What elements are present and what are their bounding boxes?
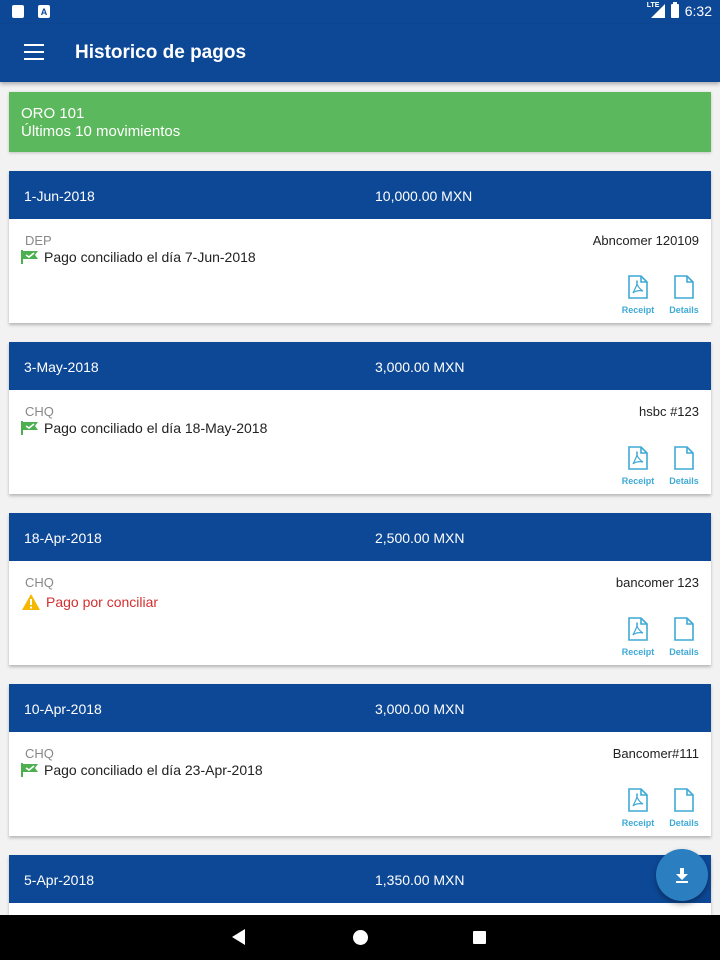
receipt-button[interactable]: Receipt — [618, 617, 658, 657]
payment-amount: 1,350.00 MXN — [375, 872, 465, 888]
receipt-button[interactable]: Receipt — [618, 446, 658, 486]
details-button[interactable]: Details — [664, 275, 704, 315]
details-label: Details — [669, 818, 699, 828]
payment-amount: 3,000.00 MXN — [375, 359, 465, 375]
payment-card-body: CHQ Bancomer#111 Pago conciliado el día … — [9, 732, 711, 836]
flag-icon — [21, 421, 38, 435]
home-icon[interactable] — [353, 930, 368, 945]
payment-date: 3-May-2018 — [24, 359, 99, 375]
payment-status-text: Pago por conciliar — [46, 594, 159, 610]
payment-card-body: DEP Abncomer 120109 Pago conciliado el d… — [9, 219, 711, 323]
payment-date: 10-Apr-2018 — [24, 701, 102, 717]
page-title: Historico de pagos — [75, 42, 247, 63]
details-label: Details — [669, 647, 699, 657]
account-subtitle: Últimos 10 movimientos — [21, 123, 181, 140]
pdf-icon — [628, 446, 648, 470]
payment-card-body: CHQ bancomer 123 Pago por conciliar Rece… — [9, 561, 711, 665]
payment-status: Pago conciliado el día 23-Apr-2018 — [21, 762, 263, 778]
download-icon — [676, 868, 688, 883]
payment-date: 1-Jun-2018 — [24, 188, 95, 204]
payment-card-header: 1-Jun-2018 10,000.00 MXN — [9, 171, 711, 219]
document-icon — [674, 446, 694, 470]
payment-type: DEP — [25, 233, 52, 248]
payment-card-header: 10-Apr-2018 3,000.00 MXN — [9, 684, 711, 732]
pdf-icon — [628, 788, 648, 812]
payment-type: CHQ — [25, 575, 54, 590]
details-label: Details — [669, 305, 699, 315]
payment-card: 3-May-2018 3,000.00 MXN CHQ hsbc #123 Pa… — [9, 342, 711, 494]
payment-card-body: CHQ hsbc #123 Pago conciliado el día 18-… — [9, 390, 711, 494]
details-button[interactable]: Details — [664, 788, 704, 828]
payment-card: 1-Jun-2018 10,000.00 MXN DEP Abncomer 12… — [9, 171, 711, 323]
pdf-icon — [628, 617, 648, 641]
document-icon — [674, 275, 694, 299]
signal-icon: LTE — [647, 2, 665, 18]
clock: 6:32 — [684, 3, 712, 19]
payment-status: Pago por conciliar — [21, 593, 158, 611]
payment-bank: hsbc #123 — [639, 404, 699, 419]
payment-card: 18-Apr-2018 2,500.00 MXN CHQ bancomer 12… — [9, 513, 711, 665]
sd-card-icon — [12, 5, 24, 18]
payment-date: 5-Apr-2018 — [24, 872, 95, 888]
payment-amount: 2,500.00 MXN — [375, 530, 465, 546]
status-bar: A LTE 6:32 — [0, 0, 720, 24]
flag-icon — [21, 763, 38, 777]
app-bar: Historico de pagos — [0, 24, 720, 82]
payment-bank: Abncomer 120109 — [592, 233, 699, 248]
document-icon — [674, 788, 694, 812]
receipt-button[interactable]: Receipt — [618, 788, 658, 828]
payment-bank: bancomer 123 — [615, 575, 699, 590]
flag-icon — [21, 250, 38, 264]
details-button[interactable]: Details — [664, 617, 704, 657]
payment-status: Pago conciliado el día 7-Jun-2018 — [21, 249, 256, 265]
payment-date: 18-Apr-2018 — [24, 530, 102, 546]
details-button[interactable]: Details — [664, 446, 704, 486]
app-notification-icon: A — [38, 5, 50, 18]
receipt-label: Receipt — [621, 647, 655, 657]
account-banner: ORO 101 Últimos 10 movimientos — [9, 92, 711, 152]
payment-amount: 10,000.00 MXN — [375, 188, 473, 204]
account-name: ORO 101 — [21, 105, 85, 122]
download-button[interactable] — [656, 849, 708, 901]
receipt-label: Receipt — [621, 476, 655, 486]
warning-icon — [22, 594, 40, 610]
payment-status-text: Pago conciliado el día 7-Jun-2018 — [44, 249, 256, 265]
recent-apps-icon[interactable] — [473, 931, 486, 944]
back-icon[interactable] — [232, 929, 245, 945]
payment-status-text: Pago conciliado el día 18-May-2018 — [44, 420, 268, 436]
hamburger-menu-icon[interactable] — [24, 44, 44, 60]
receipt-button[interactable]: Receipt — [618, 275, 658, 315]
system-nav-bar — [0, 915, 720, 960]
battery-icon — [670, 2, 679, 18]
payment-card: 5-Apr-2018 1,350.00 MXN — [9, 855, 711, 915]
payment-bank: Bancomer#111 — [612, 746, 699, 761]
receipt-label: Receipt — [621, 818, 655, 828]
payment-card-header: 18-Apr-2018 2,500.00 MXN — [9, 513, 711, 561]
payment-status: Pago conciliado el día 18-May-2018 — [21, 420, 267, 436]
payment-type: CHQ — [25, 746, 54, 761]
details-label: Details — [669, 476, 699, 486]
document-icon — [674, 617, 694, 641]
payment-card-header: 5-Apr-2018 1,350.00 MXN — [9, 855, 711, 903]
pdf-icon — [628, 275, 648, 299]
payment-type: CHQ — [25, 404, 54, 419]
payment-card-header: 3-May-2018 3,000.00 MXN — [9, 342, 711, 390]
receipt-label: Receipt — [621, 305, 655, 315]
payment-amount: 3,000.00 MXN — [375, 701, 465, 717]
payment-status-text: Pago conciliado el día 23-Apr-2018 — [44, 762, 263, 778]
payment-card: 10-Apr-2018 3,000.00 MXN CHQ Bancomer#11… — [9, 684, 711, 836]
